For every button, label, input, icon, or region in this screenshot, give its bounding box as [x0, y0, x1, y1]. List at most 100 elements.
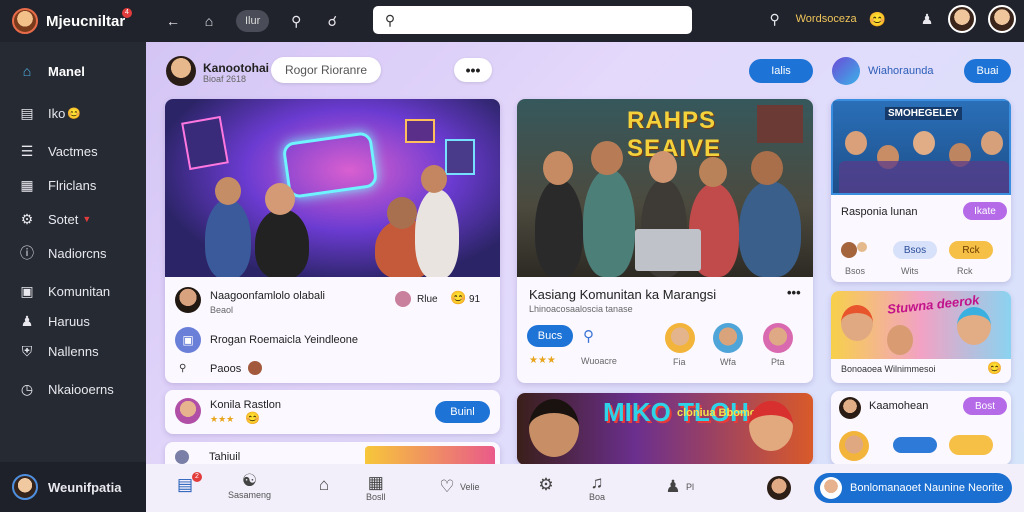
zoom-icon[interactable]: ⚲	[766, 10, 784, 28]
sidebar-footer[interactable]: Weunifpatia	[0, 462, 146, 512]
post-action-button[interactable]: Bucs	[527, 325, 573, 347]
shield-icon: ⛨	[21, 342, 33, 359]
add-friend-icon[interactable]: ♟	[918, 10, 936, 28]
event-chip[interactable]	[949, 435, 993, 455]
person-figure	[415, 189, 459, 277]
post-card-kids[interactable]: Stuwna deerok Bonoaoea Wilnimmesoi 😊	[831, 291, 1011, 383]
bottom-item-grid[interactable]: ▦ Bosll	[366, 473, 386, 502]
sidebar-item-notifications[interactable]: ⓘ Nadiorcns	[18, 244, 107, 262]
cta-button[interactable]: Bonlomanaoet Naunine Neorite	[814, 473, 1012, 503]
more-options-icon[interactable]: •••	[787, 285, 801, 300]
bell-icon: ♫	[590, 473, 604, 492]
feed-author-avatar[interactable]	[166, 56, 196, 86]
bottom-item-chat[interactable]: ☯ Sasameng	[228, 471, 271, 500]
profile-name[interactable]: Konila Rastlon	[210, 399, 281, 411]
nav-pill[interactable]: Ilur	[236, 10, 270, 32]
bottom-item-alerts[interactable]: ♫ Boa	[588, 473, 606, 502]
home-icon: ⌂	[22, 63, 32, 79]
user-avatar[interactable]	[948, 5, 976, 33]
event-name[interactable]: Kaamohean	[869, 400, 928, 412]
feed-author-name[interactable]: Kanootohai	[203, 61, 269, 75]
kids-image: Stuwna deerok	[831, 291, 1011, 359]
brand-avatar	[12, 8, 38, 34]
group-avatar[interactable]	[832, 57, 860, 85]
bottom-item-people[interactable]: ♟ Pl	[664, 477, 695, 496]
search-bar[interactable]: ⚲	[373, 6, 692, 34]
poster-tag[interactable]: Ikate	[963, 202, 1007, 220]
header-secondary-button[interactable]: Buai	[964, 59, 1011, 83]
sidebar-item-community[interactable]: ▣ Komunitan	[18, 282, 110, 300]
group-name[interactable]: Wiahoraunda	[868, 65, 933, 77]
post-card-neon[interactable]: Naagoonfamlolo olabali Beaol Rlue 😊 91 ▣…	[165, 99, 500, 383]
sidebar-item-label: Haruus	[48, 313, 90, 329]
more-options-button[interactable]: •••	[454, 58, 492, 82]
author-avatar[interactable]	[175, 287, 201, 313]
user-status-text[interactable]: Wordsoceza	[796, 13, 857, 25]
rating-stars: ★★★	[210, 414, 235, 424]
event-avatar	[839, 431, 869, 461]
participant-avatar[interactable]	[665, 323, 695, 353]
bottom-item-home[interactable]: ⌂	[315, 475, 333, 494]
explore-icon[interactable]: ☌	[323, 12, 341, 30]
participant-avatar[interactable]	[763, 323, 793, 353]
participant-avatar[interactable]	[713, 323, 743, 353]
event-tag[interactable]: Bost	[963, 397, 1007, 415]
group-icon: ▣	[175, 327, 201, 353]
profile-avatar[interactable]	[175, 398, 201, 424]
person-figure	[205, 199, 251, 277]
profile-avatar[interactable]	[988, 5, 1016, 33]
reaction-label[interactable]: Rlue	[417, 294, 438, 305]
sidebar-item-friends[interactable]: ▦ Flriclans	[18, 176, 96, 194]
person-head	[215, 177, 241, 205]
post-card-event[interactable]: Kaamohean Bost	[831, 391, 1011, 465]
poster-title[interactable]: Rasponia lunan	[841, 206, 917, 218]
post-card-profile[interactable]: Konila Rastlon ★★★ 😊 Buinl	[165, 390, 500, 434]
feed-search-pill[interactable]: Rogor Rioranre	[271, 57, 381, 83]
bottom-item-calendar[interactable]: ▤ 2	[176, 472, 202, 494]
person-head	[887, 325, 913, 355]
back-arrow-icon[interactable]: ←	[164, 12, 182, 30]
follow-button[interactable]: Buinl	[435, 401, 490, 423]
home-icon[interactable]: ⌂	[200, 12, 218, 30]
people-icon: ♟	[665, 477, 681, 496]
brand[interactable]: Mjeucniltar 4	[0, 8, 146, 34]
bottom-item-likes[interactable]: ♡ Velie	[438, 477, 479, 496]
post-author[interactable]: Naagoonfamlolo olabali	[210, 290, 325, 302]
bottom-item-label: Pl	[686, 482, 695, 492]
search-input[interactable]	[405, 13, 692, 27]
person-head	[387, 197, 417, 229]
sidebar-item-history[interactable]: ◷ Nkaiooerns	[18, 380, 114, 398]
location-icon[interactable]: ⚲	[287, 12, 305, 30]
poster-chip[interactable]: Rck	[949, 241, 993, 259]
sidebar-item-home[interactable]: ⌂ Manel	[18, 62, 85, 80]
sidebar-item-people[interactable]: ♟ Haruus	[18, 312, 90, 330]
event-avatar[interactable]	[839, 397, 861, 419]
post-card-poster[interactable]: SMOHEGELEY Rasponia lunan Ikate Bsos Rck…	[831, 99, 1011, 282]
sidebar-item-work[interactable]: ▤ Iko 😊	[18, 104, 81, 122]
post-card-miko[interactable]: MIKO TLOH cloniua Bbomok	[517, 393, 813, 465]
bottom-item-settings[interactable]: ⚙	[537, 475, 555, 494]
poster-image: SMOHEGELEY	[831, 99, 1011, 195]
sidebar-item-activities[interactable]: ☰ Vactmes	[18, 142, 98, 160]
post-card-group[interactable]: RAHPS SEAIVE Kasiang Komunitan ka Marang…	[517, 99, 813, 383]
event-chip[interactable]	[893, 437, 937, 453]
search-icon: ⚲	[384, 11, 396, 28]
sidebar-item-settings[interactable]: ⚙ Sotet ▼	[18, 210, 92, 228]
footer-label: Weunifpatia	[48, 479, 122, 495]
folder-icon: ▣	[20, 282, 34, 299]
post-title[interactable]: Kasiang Komunitan ka Marangsi	[529, 287, 716, 302]
neon-sign	[281, 131, 379, 199]
poster-chip[interactable]: Bsos	[893, 241, 937, 259]
link-icon[interactable]: ⚲	[583, 327, 594, 345]
post-image-neon	[165, 99, 500, 277]
partial-name[interactable]: Tahiuil	[209, 451, 240, 463]
rating-stars: ★★★	[529, 355, 556, 366]
post-image-group: RAHPS SEAIVE	[517, 99, 813, 277]
house-icon: ⌂	[318, 475, 330, 494]
bottom-avatar[interactable]	[767, 476, 791, 500]
person-head	[699, 157, 727, 187]
header-action-button[interactable]: Ialis	[749, 59, 813, 83]
participant-label: Fia	[673, 357, 686, 367]
sidebar-item-safety[interactable]: ⛨ Nallenns	[18, 342, 99, 360]
briefcase-icon: ▤	[20, 104, 34, 121]
